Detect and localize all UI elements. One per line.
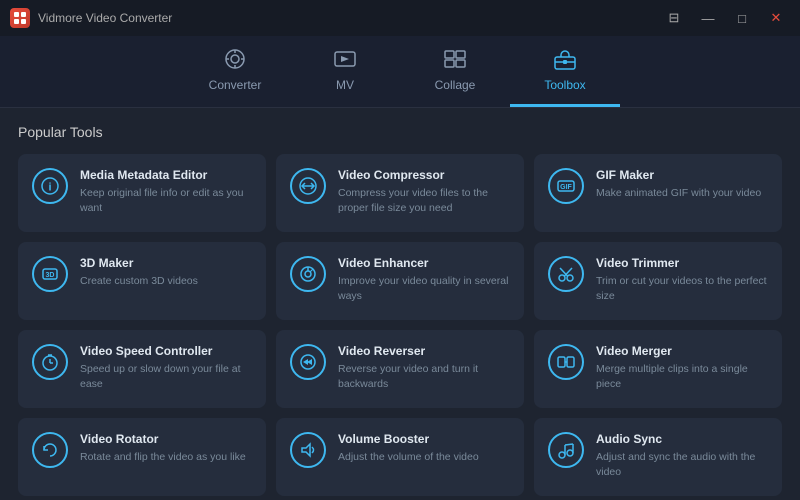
tool-card-video-compressor[interactable]: Video Compressor Compress your video fil…: [276, 154, 524, 232]
tab-converter-label: Converter: [209, 78, 262, 92]
video-speed-controller-desc: Speed up or slow down your file at ease: [80, 362, 252, 391]
volume-booster-info: Volume Booster Adjust the volume of the …: [338, 432, 510, 465]
volume-booster-desc: Adjust the volume of the video: [338, 450, 510, 465]
caption-button[interactable]: ⊟: [660, 8, 688, 28]
video-enhancer-icon: [290, 256, 326, 292]
title-bar-controls: ⊟ — □ ✕: [660, 8, 790, 28]
main-content: Popular Tools i Media Metadata Editor Ke…: [0, 108, 800, 500]
svg-text:3D: 3D: [46, 272, 55, 279]
tool-card-video-speed-controller[interactable]: Video Speed Controller Speed up or slow …: [18, 330, 266, 408]
tab-toolbox[interactable]: Toolbox: [510, 36, 620, 107]
video-speed-controller-info: Video Speed Controller Speed up or slow …: [80, 344, 252, 391]
video-enhancer-name: Video Enhancer: [338, 256, 510, 270]
mv-icon: [333, 48, 357, 74]
tool-card-video-rotator[interactable]: Video Rotator Rotate and flip the video …: [18, 418, 266, 496]
tool-card-video-merger[interactable]: Video Merger Merge multiple clips into a…: [534, 330, 782, 408]
tools-grid: i Media Metadata Editor Keep original fi…: [18, 154, 782, 496]
tool-card-3d-maker[interactable]: 3D 3D Maker Create custom 3D videos: [18, 242, 266, 320]
video-reverser-icon: [290, 344, 326, 380]
toolbox-icon: [553, 48, 577, 74]
collage-icon: [443, 48, 467, 74]
video-rotator-desc: Rotate and flip the video as you like: [80, 450, 252, 465]
tool-card-volume-booster[interactable]: Volume Booster Adjust the volume of the …: [276, 418, 524, 496]
svg-text:GIF: GIF: [560, 184, 572, 191]
video-compressor-name: Video Compressor: [338, 168, 510, 182]
gif-maker-desc: Make animated GIF with your video: [596, 186, 768, 201]
3d-maker-info: 3D Maker Create custom 3D videos: [80, 256, 252, 289]
video-rotator-info: Video Rotator Rotate and flip the video …: [80, 432, 252, 465]
tool-card-video-trimmer[interactable]: Video Trimmer Trim or cut your videos to…: [534, 242, 782, 320]
video-reverser-info: Video Reverser Reverse your video and tu…: [338, 344, 510, 391]
minimize-button[interactable]: —: [694, 8, 722, 28]
tab-mv-label: MV: [336, 78, 354, 92]
video-reverser-name: Video Reverser: [338, 344, 510, 358]
section-title: Popular Tools: [18, 124, 782, 140]
video-merger-icon: [548, 344, 584, 380]
app-title: Vidmore Video Converter: [38, 11, 172, 25]
tool-card-gif-maker[interactable]: GIF GIF Maker Make animated GIF with you…: [534, 154, 782, 232]
video-enhancer-desc: Improve your video quality in several wa…: [338, 274, 510, 303]
volume-booster-icon: [290, 432, 326, 468]
media-metadata-editor-desc: Keep original file info or edit as you w…: [80, 186, 252, 215]
app-icon: [10, 8, 30, 28]
video-rotator-name: Video Rotator: [80, 432, 252, 446]
video-speed-controller-name: Video Speed Controller: [80, 344, 252, 358]
audio-sync-desc: Adjust and sync the audio with the video: [596, 450, 768, 479]
3d-maker-desc: Create custom 3D videos: [80, 274, 252, 289]
maximize-button[interactable]: □: [728, 8, 756, 28]
video-compressor-desc: Compress your video files to the proper …: [338, 186, 510, 215]
gif-maker-icon: GIF: [548, 168, 584, 204]
tab-mv[interactable]: MV: [290, 36, 400, 107]
tool-card-media-metadata-editor[interactable]: i Media Metadata Editor Keep original fi…: [18, 154, 266, 232]
volume-booster-name: Volume Booster: [338, 432, 510, 446]
nav-tabs: Converter MV Collage: [0, 36, 800, 108]
video-rotator-icon: [32, 432, 68, 468]
converter-icon: [223, 48, 247, 74]
video-compressor-info: Video Compressor Compress your video fil…: [338, 168, 510, 215]
video-trimmer-name: Video Trimmer: [596, 256, 768, 270]
tool-card-video-enhancer[interactable]: Video Enhancer Improve your video qualit…: [276, 242, 524, 320]
video-trimmer-desc: Trim or cut your videos to the perfect s…: [596, 274, 768, 303]
audio-sync-icon: [548, 432, 584, 468]
title-bar-left: Vidmore Video Converter: [10, 8, 172, 28]
close-button[interactable]: ✕: [762, 8, 790, 28]
svg-text:i: i: [48, 182, 51, 194]
3d-maker-name: 3D Maker: [80, 256, 252, 270]
video-enhancer-info: Video Enhancer Improve your video qualit…: [338, 256, 510, 303]
video-merger-desc: Merge multiple clips into a single piece: [596, 362, 768, 391]
video-compressor-icon: [290, 168, 326, 204]
tab-toolbox-label: Toolbox: [544, 78, 585, 92]
video-trimmer-icon: [548, 256, 584, 292]
title-bar: Vidmore Video Converter ⊟ — □ ✕: [0, 0, 800, 36]
3d-maker-icon: 3D: [32, 256, 68, 292]
gif-maker-name: GIF Maker: [596, 168, 768, 182]
tool-card-audio-sync[interactable]: Audio Sync Adjust and sync the audio wit…: [534, 418, 782, 496]
video-trimmer-info: Video Trimmer Trim or cut your videos to…: [596, 256, 768, 303]
media-metadata-editor-name: Media Metadata Editor: [80, 168, 252, 182]
tab-collage[interactable]: Collage: [400, 36, 510, 107]
tab-converter[interactable]: Converter: [180, 36, 290, 107]
video-merger-info: Video Merger Merge multiple clips into a…: [596, 344, 768, 391]
audio-sync-info: Audio Sync Adjust and sync the audio wit…: [596, 432, 768, 479]
media-metadata-editor-info: Media Metadata Editor Keep original file…: [80, 168, 252, 215]
audio-sync-name: Audio Sync: [596, 432, 768, 446]
video-merger-name: Video Merger: [596, 344, 768, 358]
tool-card-video-reverser[interactable]: Video Reverser Reverse your video and tu…: [276, 330, 524, 408]
tab-collage-label: Collage: [435, 78, 476, 92]
video-reverser-desc: Reverse your video and turn it backwards: [338, 362, 510, 391]
gif-maker-info: GIF Maker Make animated GIF with your vi…: [596, 168, 768, 201]
media-metadata-editor-icon: i: [32, 168, 68, 204]
video-speed-controller-icon: [32, 344, 68, 380]
